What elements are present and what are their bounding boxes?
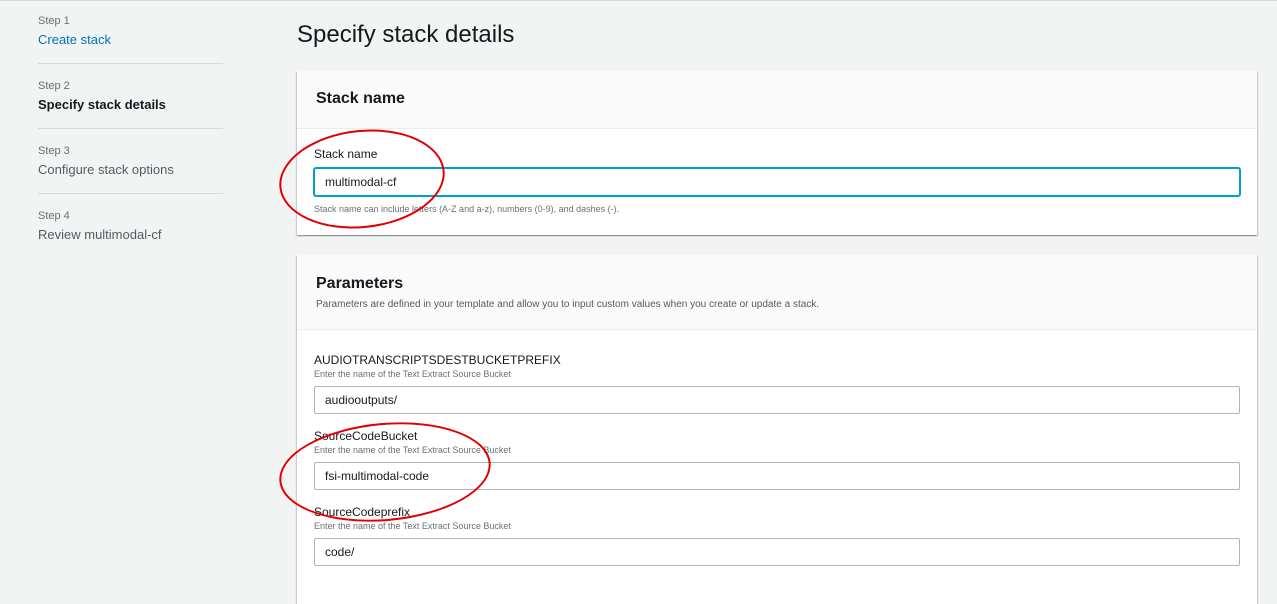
panel-title: Parameters — [316, 275, 404, 292]
param-label: SourceCodeBucket — [314, 429, 418, 443]
sourcecodebucket-input[interactable] — [314, 462, 1240, 490]
wizard-step-2: Step 2 Specify stack details — [38, 79, 223, 129]
param-label: SourceCodeprefix — [314, 505, 411, 519]
panel-body: Stack name Stack name can include letter… — [297, 129, 1257, 215]
wizard-step-4: Step 4 Review multimodal-cf — [38, 209, 223, 258]
param-field-audiotranscripts: AUDIOTRANSCRIPTSDESTBUCKETPREFIX Enter t… — [314, 352, 1240, 414]
stack-name-panel: Stack name Stack name Stack name can inc… — [297, 71, 1257, 235]
param-description: Enter the name of the Text Extract Sourc… — [314, 369, 511, 379]
audiotranscripts-prefix-input[interactable] — [314, 386, 1240, 414]
page-title: Specify stack details — [297, 21, 515, 48]
param-description: Enter the name of the Text Extract Sourc… — [314, 521, 511, 531]
panel-description: Parameters are defined in your template … — [316, 299, 820, 310]
wizard-steps-nav: Step 1 Create stack Step 2 Specify stack… — [38, 14, 223, 273]
step-number: Step 3 — [38, 145, 70, 157]
param-description: Enter the name of the Text Extract Sourc… — [314, 445, 511, 455]
param-field-sourcecodeprefix: SourceCodeprefix Enter the name of the T… — [314, 504, 1240, 566]
step-number: Step 2 — [38, 80, 70, 92]
step-title: Review multimodal-cf — [38, 227, 162, 242]
parameters-panel: Parameters Parameters are defined in you… — [297, 255, 1257, 604]
wizard-step-1[interactable]: Step 1 Create stack — [38, 14, 223, 64]
param-label: AUDIOTRANSCRIPTSDESTBUCKETPREFIX — [314, 353, 561, 367]
stack-name-input[interactable] — [314, 168, 1240, 196]
param-field-sourcecodebucket: SourceCodeBucket Enter the name of the T… — [314, 428, 1240, 490]
stack-name-label: Stack name — [314, 147, 378, 161]
step-title-current: Specify stack details — [38, 97, 166, 112]
panel-body: AUDIOTRANSCRIPTSDESTBUCKETPREFIX Enter t… — [297, 330, 1257, 566]
panel-header: Parameters Parameters are defined in you… — [297, 255, 1257, 330]
panel-title: Stack name — [316, 90, 405, 107]
step-number: Step 1 — [38, 15, 70, 27]
step-number: Step 4 — [38, 210, 70, 222]
stack-name-hint: Stack name can include letters (A-Z and … — [314, 204, 620, 214]
wizard-step-3: Step 3 Configure stack options — [38, 144, 223, 194]
top-divider — [0, 0, 1277, 1]
step-link-create-stack[interactable]: Create stack — [38, 31, 223, 49]
sourcecodeprefix-input[interactable] — [314, 538, 1240, 566]
step-title: Configure stack options — [38, 162, 174, 177]
panel-header: Stack name — [297, 71, 1257, 129]
